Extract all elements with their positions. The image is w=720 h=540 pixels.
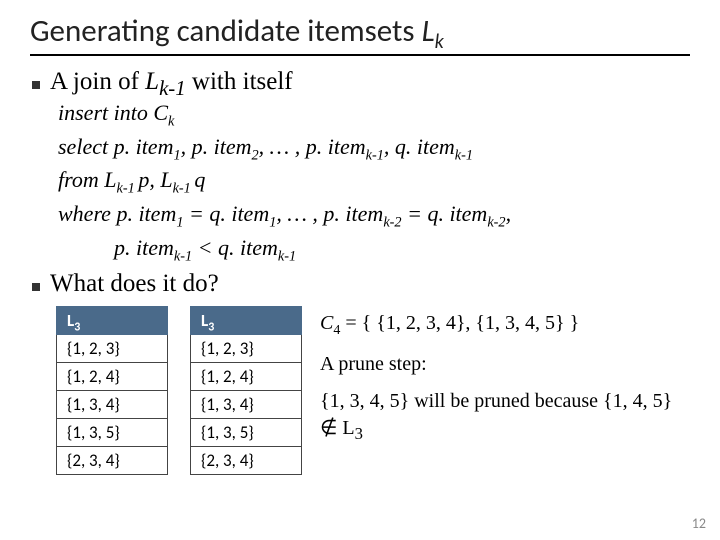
table-row: {1, 2, 4} xyxy=(191,363,302,391)
table-row: {2, 3, 4} xyxy=(57,447,168,475)
table-row: {1, 2, 3} xyxy=(57,335,168,363)
table-row: {1, 3, 4} xyxy=(191,391,302,419)
table-row: {1, 3, 4} xyxy=(57,391,168,419)
sql-block: insert into Ck select p. item1, p. item2… xyxy=(58,98,690,266)
sql-insert: insert into Ck xyxy=(58,98,690,132)
title-subscript: k xyxy=(435,30,444,54)
table-l3-right: L3 {1, 2, 3} {1, 2, 4} {1, 3, 4} {1, 3, … xyxy=(190,306,302,475)
title-symbol: L xyxy=(422,12,435,50)
bullet-what-text: What does it do? xyxy=(50,270,219,298)
sql-from: from Lk-1 p, Lk-1 q xyxy=(58,165,690,199)
page-number: 12 xyxy=(692,515,706,532)
bullet-join: A join of Lk-1 with itself xyxy=(32,68,690,96)
prune-step-label: A prune step: xyxy=(320,351,690,378)
bottom-row: L3 {1, 2, 3} {1, 2, 4} {1, 3, 4} {1, 3, … xyxy=(30,306,690,475)
table-row: {1, 2, 3} xyxy=(191,335,302,363)
prune-reason: {1, 3, 4, 5} will be pruned because {1, … xyxy=(320,388,690,442)
tables-pair: L3 {1, 2, 3} {1, 2, 4} {1, 3, 4} {1, 3, … xyxy=(56,306,302,475)
title-text: Generating candidate itemsets xyxy=(30,12,422,50)
bullet-icon xyxy=(32,81,40,89)
right-text: C4 = { {1, 2, 3, 4}, {1, 3, 4, 5} } A pr… xyxy=(320,306,690,442)
bullet-join-text: A join of Lk-1 with itself xyxy=(50,68,293,96)
table-header: L3 xyxy=(57,307,168,335)
slide-title: Generating candidate itemsets Lk xyxy=(30,12,690,56)
bullet-icon xyxy=(32,283,40,291)
sql-where: where p. item1 = q. item1, … , p. itemk-… xyxy=(58,199,690,266)
table-l3-left: L3 {1, 2, 3} {1, 2, 4} {1, 3, 4} {1, 3, … xyxy=(56,306,168,475)
bullet-what: What does it do? xyxy=(32,270,690,298)
table-row: {1, 2, 4} xyxy=(57,363,168,391)
table-header: L3 xyxy=(191,307,302,335)
sql-where-cont: p. itemk-1 < q. itemk-1 xyxy=(58,233,690,267)
table-row: {1, 3, 5} xyxy=(191,419,302,447)
slide: Generating candidate itemsets Lk A join … xyxy=(0,0,720,540)
table-row: {1, 3, 5} xyxy=(57,419,168,447)
table-row: {2, 3, 4} xyxy=(191,447,302,475)
c4-result: C4 = { {1, 2, 3, 4}, {1, 3, 4, 5} } xyxy=(320,310,690,337)
sql-select: select p. item1, p. item2, … , p. itemk-… xyxy=(58,132,690,166)
